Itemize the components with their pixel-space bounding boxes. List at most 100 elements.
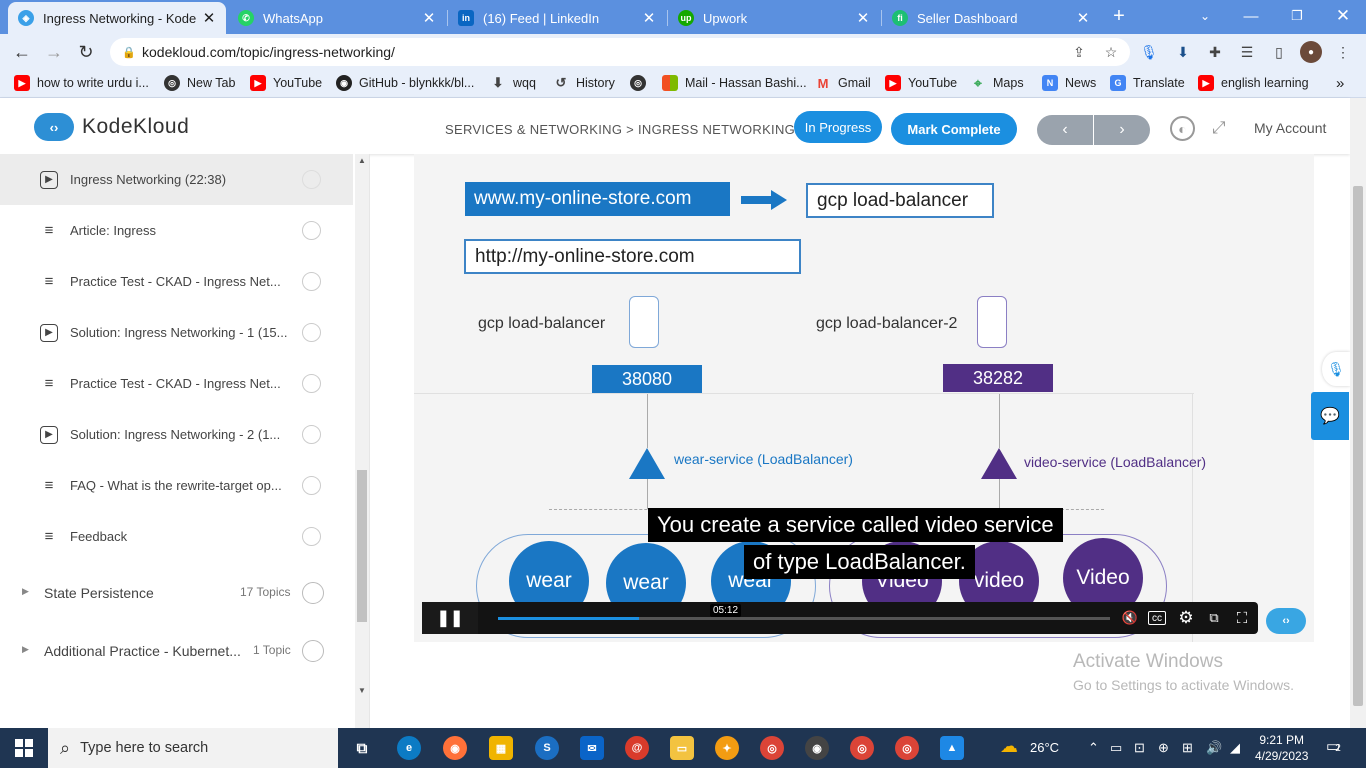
scroll-down-icon[interactable]: ▼ [357, 686, 367, 695]
lesson-item[interactable]: ▶ Ingress Networking (22:38) [0, 154, 353, 205]
bookmark-item[interactable]: ▶ english learning [1198, 75, 1309, 91]
kodekloud-logo[interactable]: ‹› KodeKloud [34, 113, 189, 141]
lesson-item[interactable]: ▶ Solution: Ingress Networking - 1 (15..… [0, 307, 353, 358]
app-icon[interactable]: @ [625, 736, 649, 760]
notifications-icon[interactable]: ▭2 [1326, 737, 1341, 755]
completion-circle[interactable] [302, 170, 321, 189]
bookmark-item[interactable]: ▶ YouTube [250, 75, 322, 91]
voice-mic-icon[interactable]: 🎙 [1322, 352, 1350, 386]
completion-circle[interactable] [302, 582, 324, 604]
task-view-icon[interactable]: ⧉ [350, 736, 374, 760]
bookmark-item[interactable]: ▶ how to write urdu i... [14, 75, 149, 91]
mic-extension-icon[interactable]: 🎙 [1140, 43, 1158, 61]
app-icon[interactable]: ✦ [715, 736, 739, 760]
tab-seller-dashboard[interactable]: fi Seller Dashboard ✕ [882, 2, 1100, 34]
settings-gear-icon[interactable]: ⚙ [1176, 608, 1196, 628]
share-icon[interactable]: ⇪ [1070, 43, 1088, 61]
chrome-icon[interactable]: ◎ [760, 736, 784, 760]
video-player[interactable]: www.my-online-store.com gcp load-balance… [414, 154, 1314, 642]
completion-circle[interactable] [302, 425, 321, 444]
chevron-up-icon[interactable]: ⌃ [1088, 740, 1099, 756]
fullscreen-icon[interactable]: ⛶ [1232, 608, 1252, 628]
close-icon[interactable]: ✕ [422, 9, 436, 27]
window-close-icon[interactable]: ✕ [1331, 4, 1355, 28]
menu-kebab-icon[interactable]: ⋮ [1334, 43, 1352, 61]
mark-complete-button[interactable]: Mark Complete [891, 113, 1017, 145]
theme-toggle-icon[interactable]: ◐ [1170, 116, 1195, 141]
page-scroll-thumb[interactable] [1353, 186, 1363, 706]
completion-circle[interactable] [302, 476, 321, 495]
lesson-item[interactable]: ≡ Feedback [0, 511, 353, 562]
taskbar-clock[interactable]: 9:21 PM 4/29/2023 [1255, 732, 1308, 764]
bookmark-item[interactable]: N News [1042, 75, 1096, 91]
seek-bar[interactable]: 05:12 [498, 604, 1110, 620]
side-panel-icon[interactable]: ▯ [1270, 43, 1288, 61]
pause-button[interactable]: ❚❚ [422, 602, 478, 634]
tab-upwork[interactable]: up Upwork ✕ [668, 2, 880, 34]
bookmark-item[interactable]: ▶ YouTube [885, 75, 957, 91]
skype-icon[interactable]: S [535, 736, 559, 760]
forward-icon[interactable]: → [42, 40, 66, 64]
page-scrollbar[interactable] [1350, 98, 1366, 728]
bookmark-item[interactable]: ⌖ Maps [970, 75, 1024, 91]
network-icon[interactable]: ⊡ [1134, 740, 1145, 756]
expand-icon[interactable]: ⤢ [1212, 118, 1226, 138]
lesson-item[interactable]: ≡ Article: Ingress [0, 205, 353, 256]
chrome-icon[interactable]: ◎ [895, 736, 919, 760]
completion-circle[interactable] [302, 272, 321, 291]
edge-icon[interactable]: e [397, 736, 421, 760]
my-account-link[interactable]: My Account [1254, 120, 1326, 136]
mail-icon[interactable]: ✉ [580, 736, 604, 760]
battery-icon[interactable]: ▭ [1110, 740, 1122, 756]
bookmark-item[interactable]: Mail - Hassan Bashi... [662, 75, 807, 91]
bookmarks-overflow-icon[interactable]: » [1336, 75, 1344, 92]
bookmark-item[interactable]: ◎ New Tab [164, 75, 235, 91]
lesson-item[interactable]: ≡ Practice Test - CKAD - Ingress Net... [0, 256, 353, 307]
file-explorer-icon[interactable]: ▭ [670, 736, 694, 760]
closed-captions-icon[interactable]: cc [1148, 611, 1166, 625]
next-lesson-button[interactable]: › [1094, 115, 1150, 145]
bookmark-item[interactable]: ⬇ wqq [490, 75, 536, 91]
close-icon[interactable]: ✕ [642, 9, 656, 27]
completion-circle[interactable] [302, 323, 321, 342]
sidebar-scroll-thumb[interactable] [357, 470, 367, 622]
completion-circle[interactable] [302, 640, 324, 662]
chrome-icon[interactable]: ◎ [850, 736, 874, 760]
completion-circle[interactable] [302, 374, 321, 393]
back-icon[interactable]: ← [10, 40, 34, 64]
wifi-icon[interactable]: ◢ [1230, 740, 1240, 756]
bookmark-star-icon[interactable]: ☆ [1102, 43, 1120, 61]
chat-icon[interactable]: 💬 [1311, 392, 1349, 440]
close-icon[interactable]: ✕ [1076, 9, 1090, 27]
completion-circle[interactable] [302, 221, 321, 240]
bookmark-item[interactable]: ◉ GitHub - blynkkk/bl... [336, 75, 474, 91]
new-tab-icon[interactable]: + [1107, 4, 1131, 28]
extensions-icon[interactable]: ✚ [1206, 43, 1224, 61]
close-icon[interactable]: ✕ [856, 9, 870, 27]
weather-icon[interactable]: ☁ [1000, 736, 1018, 757]
scroll-up-icon[interactable]: ▲ [357, 156, 367, 165]
firefox-icon[interactable]: ◉ [443, 736, 467, 760]
profile-avatar[interactable]: ● [1300, 41, 1322, 63]
picture-in-picture-icon[interactable]: ⧉ [1204, 608, 1224, 628]
photos-icon[interactable]: ▲ [940, 736, 964, 760]
url-field[interactable]: 🔒 kodekloud.com/topic/ingress-networking… [110, 38, 1130, 66]
tab-whatsapp[interactable]: ✆ WhatsApp ✕ [228, 2, 446, 34]
chevron-down-icon[interactable]: ⌄ [1193, 4, 1217, 28]
lesson-item[interactable]: ≡ FAQ - What is the rewrite-target op... [0, 460, 353, 511]
tab-kodekloud[interactable]: ◈ Ingress Networking - KodeKl ✕ [8, 2, 226, 34]
restore-icon[interactable]: ❐ [1285, 4, 1309, 28]
reload-icon[interactable]: ↻ [74, 40, 98, 64]
volume-icon[interactable]: 🔊 [1206, 740, 1222, 756]
lesson-item[interactable]: ≡ Practice Test - CKAD - Ingress Net... [0, 358, 353, 409]
weather-temp[interactable]: 26°C [1030, 740, 1059, 755]
sidebar-scrollbar[interactable]: ▲ ▼ [355, 154, 369, 728]
mute-icon[interactable]: 🔇 [1120, 608, 1140, 628]
usb-icon[interactable]: ⊕ [1158, 740, 1169, 756]
close-icon[interactable]: ✕ [202, 9, 216, 27]
bookmark-item[interactable]: M Gmail [815, 75, 871, 91]
app-icon[interactable]: ◉ [805, 736, 829, 760]
store-icon[interactable]: ▦ [489, 736, 513, 760]
tab-linkedin[interactable]: in (16) Feed | LinkedIn ✕ [448, 2, 666, 34]
media-queue-icon[interactable]: ☰ [1238, 43, 1256, 61]
